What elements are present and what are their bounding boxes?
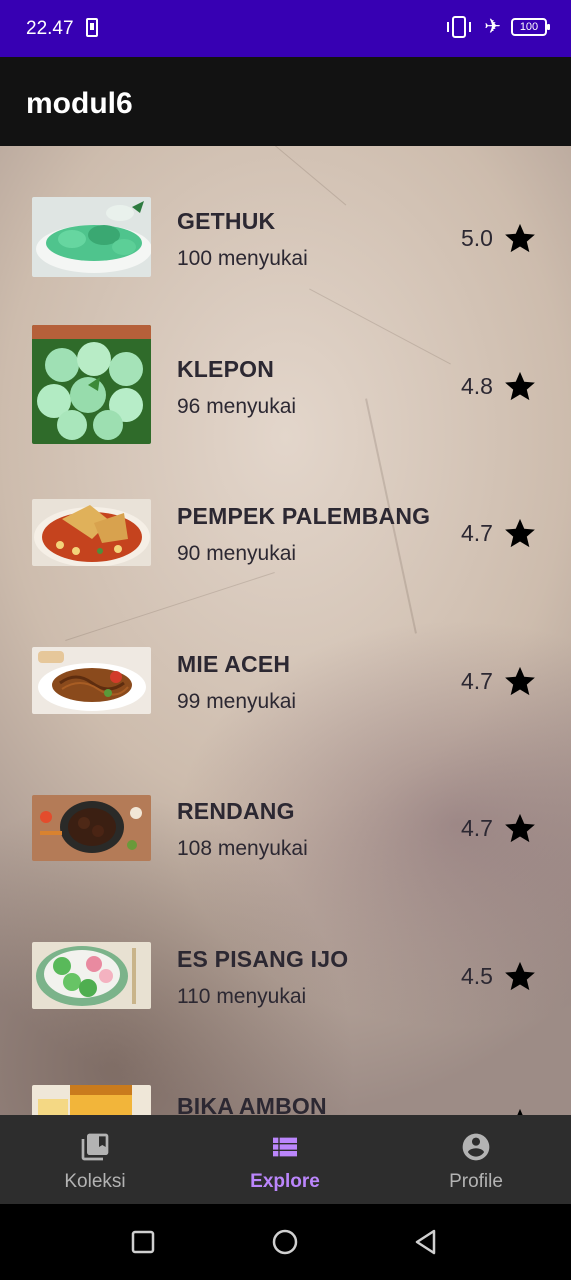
star-icon xyxy=(505,666,535,696)
food-name: BIKA AMBON xyxy=(177,1093,327,1115)
battery-icon: 100 xyxy=(511,18,550,36)
food-list-item[interactable]: ES PISANG IJO 110 menyukai 4.5 xyxy=(0,907,571,1055)
food-name: MIE ACEH xyxy=(177,651,291,677)
star-icon xyxy=(505,518,535,548)
nav-item-explore[interactable]: Explore xyxy=(190,1115,380,1204)
food-list-item[interactable]: PEMPEK PALEMBANG 90 menyukai 4.7 xyxy=(0,464,571,612)
app-title: modul6 xyxy=(26,87,133,120)
food-image xyxy=(32,942,151,1009)
status-icons: ✈ 100 xyxy=(447,16,550,38)
star-icon xyxy=(505,813,535,843)
home-button[interactable] xyxy=(271,1228,299,1256)
nav-label: Profile xyxy=(449,1171,503,1192)
food-list-item[interactable]: BIKA AMBON xyxy=(0,1054,571,1115)
recents-button[interactable] xyxy=(129,1228,157,1256)
status-bar: 22.47 ✈ 100 xyxy=(0,0,571,57)
food-image xyxy=(32,795,151,861)
star-icon xyxy=(505,371,535,401)
food-list-item[interactable]: MIE ACEH 99 menyukai 4.7 xyxy=(0,612,571,760)
nav-label: Koleksi xyxy=(64,1171,126,1192)
food-rating: 4.7 xyxy=(461,815,493,841)
food-name: PEMPEK PALEMBANG xyxy=(177,503,431,529)
airplane-icon: ✈ xyxy=(484,16,501,38)
system-navigation-bar xyxy=(0,1204,571,1280)
vibrate-icon xyxy=(447,16,472,38)
star-icon xyxy=(517,1108,523,1115)
food-rating: 4.8 xyxy=(461,373,493,399)
food-list-item[interactable]: RENDANG 108 menyukai 4.7 xyxy=(0,759,571,907)
food-list-item[interactable]: KLEPON 96 menyukai 4.8 xyxy=(0,317,571,465)
back-button[interactable] xyxy=(412,1228,440,1256)
food-likes: 100 menyukai xyxy=(177,247,308,270)
food-list[interactable]: GETHUK 100 menyukai 5.0 KLEPON 96 menyuk… xyxy=(0,146,571,1115)
food-likes: 110 menyukai xyxy=(177,985,307,1008)
food-likes: 108 menyukai xyxy=(177,837,308,860)
food-image xyxy=(32,197,151,277)
star-icon xyxy=(505,961,535,991)
account-circle-icon xyxy=(462,1133,490,1161)
bottom-navigation: Koleksi Explore Profile xyxy=(0,1115,571,1204)
status-time: 22.47 xyxy=(26,18,74,39)
list-icon xyxy=(273,1137,297,1157)
star-icon xyxy=(505,223,535,253)
food-rating: 4.7 xyxy=(461,668,493,694)
app-bar: modul6 xyxy=(0,57,571,146)
food-image xyxy=(32,325,151,444)
download-icon xyxy=(86,18,98,37)
food-rating: 5.0 xyxy=(461,225,493,251)
food-likes: 96 menyukai xyxy=(177,395,297,418)
food-name: KLEPON xyxy=(177,356,275,382)
food-name: RENDANG xyxy=(177,798,295,824)
nav-label: Explore xyxy=(250,1171,320,1192)
nav-item-koleksi[interactable]: Koleksi xyxy=(0,1115,190,1204)
food-list-item[interactable]: GETHUK 100 menyukai 5.0 xyxy=(0,169,571,317)
nav-item-profile[interactable]: Profile xyxy=(381,1115,571,1204)
food-image xyxy=(32,647,151,714)
food-image xyxy=(32,1085,151,1115)
food-likes: 99 menyukai xyxy=(177,690,297,713)
food-rating: 4.7 xyxy=(461,520,493,546)
food-name: GETHUK xyxy=(177,208,276,234)
food-rating: 4.5 xyxy=(461,963,493,989)
food-image xyxy=(32,499,151,566)
food-name: ES PISANG IJO xyxy=(177,946,349,972)
food-likes: 90 menyukai xyxy=(177,542,297,565)
library-icon xyxy=(81,1133,109,1161)
